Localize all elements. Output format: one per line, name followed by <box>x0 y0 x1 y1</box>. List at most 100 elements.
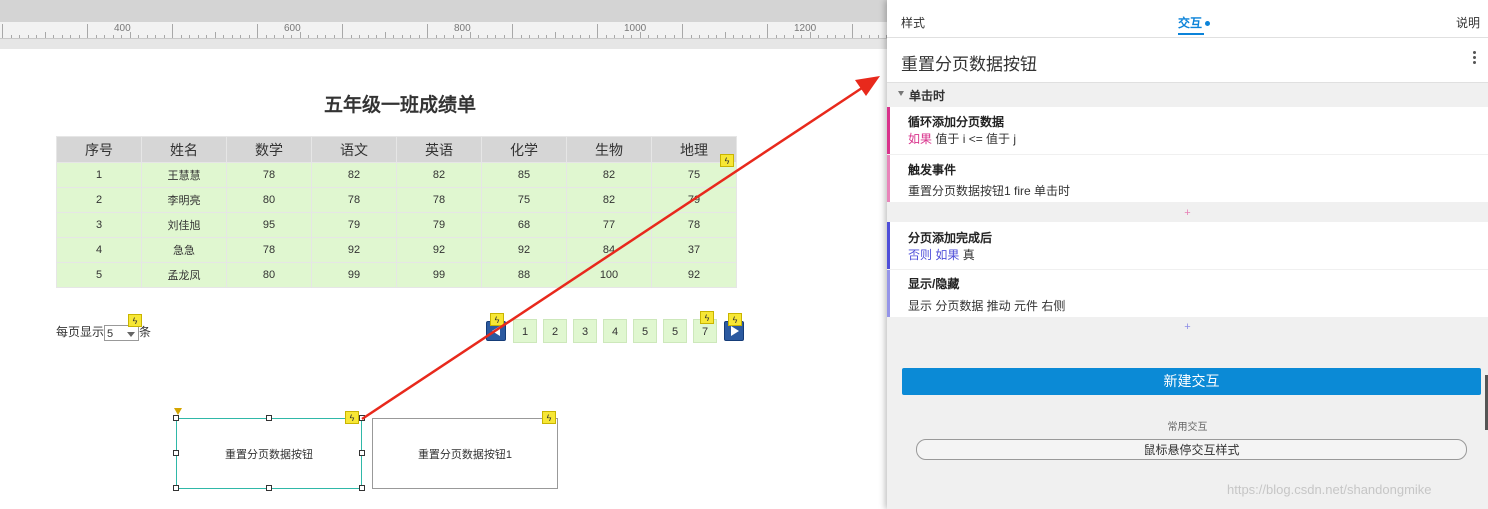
page-button[interactable]: 5 <box>633 319 657 343</box>
resize-handle[interactable] <box>266 485 272 491</box>
ruler-tick <box>520 35 522 38</box>
interaction-bolt-icon[interactable]: ϟ <box>700 311 714 324</box>
case-condition: 如果 值于 i <= 值于 j <box>908 130 1016 147</box>
condition-text: 真 <box>962 248 975 262</box>
ruler-tick <box>53 35 54 38</box>
ruler-tick <box>138 35 139 38</box>
ruler-tick <box>197 35 199 38</box>
design-canvas[interactable]: 400 600 800 1000 1200 五年级一班成绩单 序号 姓名 数学 … <box>0 0 887 509</box>
ruler-tick <box>87 24 88 38</box>
reset-pagination-button[interactable]: 重置分页数据按钮 <box>176 418 362 489</box>
new-interaction-button[interactable]: 新建交互 <box>902 368 1481 395</box>
ruler-label: 800 <box>454 23 471 34</box>
resize-handle[interactable] <box>173 450 179 456</box>
ruler-tick <box>529 35 530 38</box>
ruler-tick <box>869 35 870 38</box>
resize-handle[interactable] <box>359 485 365 491</box>
ruler-tick <box>10 35 12 38</box>
arrow-head <box>855 76 880 96</box>
page-button[interactable]: 5 <box>663 319 687 343</box>
ruler-tick <box>282 35 284 38</box>
tab-interaction[interactable]: 交互 <box>1178 14 1211 31</box>
ruler-tick <box>588 35 590 38</box>
add-action-button[interactable]: + <box>887 206 1488 220</box>
table-cell: 1 <box>56 162 142 188</box>
ruler-tick <box>537 35 539 38</box>
interaction-bolt-icon[interactable]: ϟ <box>345 411 359 424</box>
reset-pagination-button-1[interactable]: 重置分页数据按钮1 <box>372 418 558 489</box>
arrow-right-icon <box>731 326 739 336</box>
table-row: 1 王慧慧 78 82 82 85 82 75 <box>56 162 737 188</box>
event-header[interactable]: 单击时 <box>887 83 1488 105</box>
ruler-tick <box>427 24 428 38</box>
tab-style[interactable]: 样式 <box>901 14 925 31</box>
ruler-tick <box>835 35 836 38</box>
ruler-tick <box>367 35 369 38</box>
resize-handle[interactable] <box>173 415 179 421</box>
ruler-tick <box>418 35 420 38</box>
ruler-tick <box>682 24 683 38</box>
table-cell: 84 <box>566 237 652 263</box>
ruler-tick <box>750 35 751 38</box>
page-title[interactable]: 五年级一班成绩单 <box>250 90 550 117</box>
ruler-tick <box>792 35 794 38</box>
action-card[interactable]: 显示/隐藏 显示 分页数据 推动 元件 右侧 <box>887 270 1488 317</box>
ruler-tick <box>767 24 768 38</box>
table-cell: 78 <box>311 187 397 213</box>
table-cell: 79 <box>651 187 737 213</box>
ruler-tick <box>146 35 148 38</box>
page-button[interactable]: 4 <box>603 319 627 343</box>
case-card[interactable]: 分页添加完成后 否则 如果 真 <box>887 222 1488 269</box>
ruler-tick <box>877 35 879 38</box>
action-card[interactable]: 触发事件 重置分页数据按钮1 fire 单击时 <box>887 155 1488 202</box>
resize-handle[interactable] <box>359 415 365 421</box>
table-row: 4 急急 78 92 92 92 84 37 <box>56 237 737 263</box>
interaction-bolt-icon[interactable]: ϟ <box>728 313 742 326</box>
ruler-tick <box>775 35 777 38</box>
ruler-tick <box>716 35 717 38</box>
resize-handle[interactable] <box>266 415 272 421</box>
column-header: 姓名 <box>141 136 227 163</box>
page-button[interactable]: 2 <box>543 319 567 343</box>
interaction-bolt-icon[interactable]: ϟ <box>542 411 556 424</box>
reset-pagination-button-1-label: 重置分页数据按钮1 <box>417 448 513 461</box>
ruler-tick <box>350 35 352 38</box>
tab-notes[interactable]: 说明 <box>1456 14 1480 31</box>
anchor-icon[interactable] <box>174 408 182 415</box>
case-condition: 否则 如果 真 <box>908 246 975 263</box>
interaction-bolt-icon[interactable]: ϟ <box>128 314 142 327</box>
collapse-triangle-icon[interactable] <box>898 91 904 96</box>
event-name: 单击时 <box>909 89 946 103</box>
ruler-tick <box>554 32 556 38</box>
ruler-tick <box>265 35 267 38</box>
grades-table[interactable]: 序号 姓名 数学 语文 英语 化学 生物 地理 1 王慧慧 78 82 82 8… <box>56 136 737 288</box>
interaction-bolt-icon[interactable]: ϟ <box>720 154 734 167</box>
ruler-tick <box>605 35 607 38</box>
common-interactions-label: 常用交互 <box>1167 422 1208 433</box>
table-cell: 78 <box>651 212 737 238</box>
case-card[interactable]: 循环添加分页数据 如果 值于 i <= 值于 j <box>887 107 1488 154</box>
case-color-bar <box>887 270 890 317</box>
page-button[interactable]: 1 <box>513 319 537 343</box>
resize-handle[interactable] <box>173 485 179 491</box>
more-options-icon[interactable] <box>1473 51 1476 66</box>
ruler-tick <box>614 35 615 38</box>
ruler-tick <box>461 35 462 38</box>
interaction-bolt-icon[interactable]: ϟ <box>490 313 504 326</box>
table-cell: 78 <box>396 187 482 213</box>
action-detail: 重置分页数据按钮1 fire 单击时 <box>908 184 1071 198</box>
column-header: 语文 <box>311 136 397 163</box>
ruler-tick <box>546 35 547 38</box>
hover-style-button[interactable]: 鼠标悬停交互样式 <box>916 439 1467 460</box>
widget-name[interactable]: 重置分页数据按钮 <box>901 50 1037 75</box>
page-button[interactable]: 3 <box>573 319 597 343</box>
ruler-tick <box>733 35 734 38</box>
ruler-tick <box>673 35 675 38</box>
table-cell: 刘佳旭 <box>141 212 227 238</box>
ruler-tick <box>342 24 343 38</box>
ruler-tick <box>44 32 46 38</box>
resize-handle[interactable] <box>359 450 365 456</box>
table-cell: 5 <box>56 262 142 288</box>
ruler-label: 600 <box>284 23 301 34</box>
add-action-button[interactable]: + <box>887 320 1488 334</box>
